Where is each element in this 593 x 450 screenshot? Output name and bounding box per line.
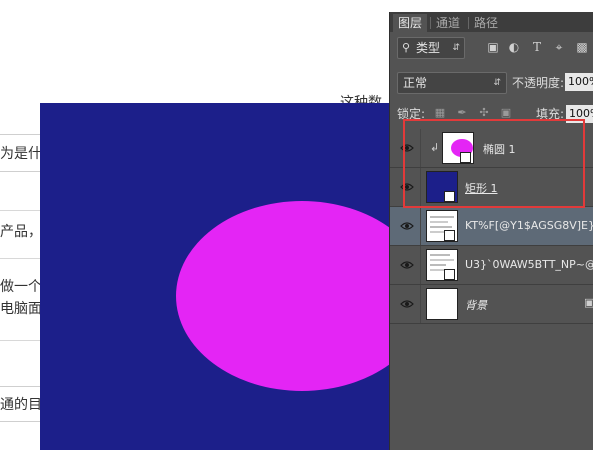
- eye-icon[interactable]: [400, 299, 414, 309]
- layer-background[interactable]: 背景 ▣: [390, 285, 593, 324]
- layer-name: 背景: [465, 299, 487, 312]
- layer-smart-object-1[interactable]: KT%F[@Y1$AGSG8V]E}...: [390, 207, 593, 246]
- updown-arrows-icon: ⇵: [452, 43, 460, 53]
- smart-object-badge-icon: [444, 230, 455, 241]
- tab-channels[interactable]: 通道: [431, 14, 465, 32]
- text-fragment: 通的目: [0, 397, 42, 413]
- opacity-input[interactable]: 100%: [565, 73, 593, 91]
- opacity-label: 不透明度:: [512, 76, 565, 90]
- text-fragment: 产品，: [0, 224, 42, 240]
- layer-name: KT%F[@Y1$AGSG8V]E}...: [465, 219, 593, 232]
- text-fragment: 电脑面: [0, 301, 42, 317]
- blend-mode-dropdown[interactable]: 正常 ⇵: [397, 72, 507, 94]
- layer-thumbnail: [426, 288, 458, 320]
- divider: [0, 258, 40, 259]
- lock-icon: ▣: [584, 296, 593, 309]
- panel-tab-bar: 图层 通道 路径: [390, 12, 593, 32]
- smart-object-filter-icon[interactable]: ▩: [575, 40, 589, 54]
- layer-filter-row: ⚲ 类型 ⇵ ▣ ◐ T ⌖ ▩: [390, 37, 593, 59]
- tab-paths[interactable]: 路径: [469, 14, 503, 32]
- lock-image-pixels-icon[interactable]: ✒: [456, 107, 468, 119]
- eye-icon[interactable]: [400, 221, 414, 231]
- smart-object-badge-icon: [444, 269, 455, 280]
- eye-icon[interactable]: [400, 260, 414, 270]
- visibility-separator: [420, 207, 421, 245]
- tab-layers[interactable]: 图层: [393, 14, 428, 32]
- document-canvas[interactable]: [40, 103, 389, 450]
- text-fragment: 做一个: [0, 279, 42, 295]
- blend-mode-value: 正常: [403, 76, 428, 90]
- highlight-box: [403, 119, 585, 208]
- adjustment-filter-icon[interactable]: ◐: [507, 40, 521, 54]
- shape-filter-icon[interactable]: ⌖: [552, 40, 566, 54]
- lock-all-icon[interactable]: ▣: [500, 107, 512, 119]
- visibility-separator: [420, 246, 421, 284]
- layers-panel: 图层 通道 路径 ⚲ 类型 ⇵ ▣ ◐ T ⌖ ▩ 正常 ⇵ 不透明度: 100…: [389, 12, 593, 450]
- visibility-separator: [420, 285, 421, 323]
- type-filter-icon[interactable]: T: [530, 40, 544, 54]
- lock-position-icon[interactable]: ✣: [478, 107, 490, 119]
- lock-transparent-pixels-icon[interactable]: ▦: [434, 107, 446, 119]
- image-filter-icon[interactable]: ▣: [486, 40, 500, 54]
- filter-label: 类型: [416, 41, 441, 55]
- text-fragment: 为是什: [0, 146, 42, 162]
- layer-smart-object-2[interactable]: U3}`0WAW5BTT_NP~@...: [390, 246, 593, 285]
- search-icon: ⚲: [402, 41, 411, 54]
- blend-row: 正常 ⇵ 不透明度: 100%: [390, 72, 593, 94]
- divider: [0, 340, 40, 341]
- layer-filter-dropdown[interactable]: ⚲ 类型 ⇵: [397, 37, 465, 59]
- layer-name: U3}`0WAW5BTT_NP~@...: [465, 258, 593, 271]
- divider: [0, 210, 40, 211]
- updown-arrows-icon: ⇵: [493, 78, 501, 88]
